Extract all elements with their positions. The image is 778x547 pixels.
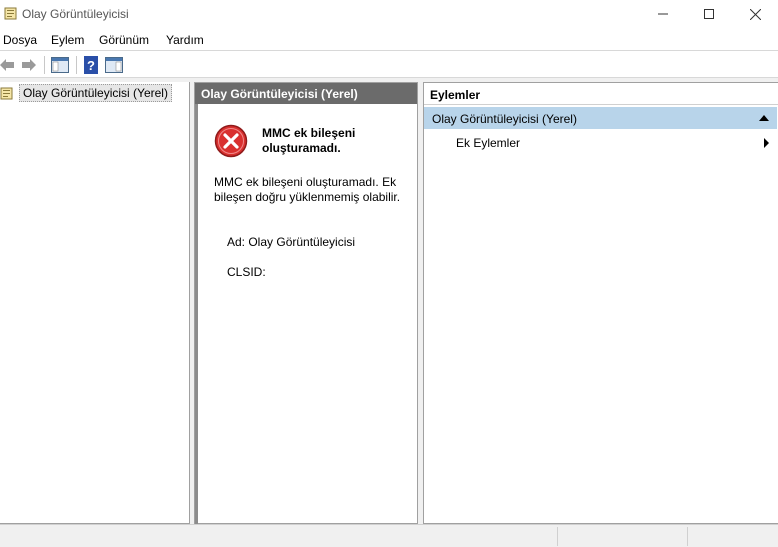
close-button[interactable] [732, 0, 778, 28]
result-pane: Olay Görüntüleyicisi (Yerel) MMC ek bile… [194, 82, 418, 525]
result-pane-header: Olay Görüntüleyicisi (Yerel) [195, 83, 417, 104]
close-icon [749, 8, 761, 20]
forward-arrow-icon [22, 59, 36, 71]
show-hide-console-tree-button[interactable] [50, 55, 70, 75]
tree-item-label: Olay Görüntüleyicisi (Yerel) [19, 84, 172, 102]
help-button[interactable]: ? [81, 55, 101, 75]
console-tree-pane: Olay Görüntüleyicisi (Yerel) [0, 82, 190, 524]
status-bar-divider [557, 527, 558, 546]
error-icon [214, 124, 248, 158]
actions-section-label: Olay Görüntüleyicisi (Yerel) [432, 112, 577, 126]
menu-dosya[interactable]: Dosya [3, 33, 37, 47]
toolbar: ? [0, 50, 778, 78]
menu-yardim[interactable]: Yardım [166, 33, 204, 47]
menu-eylem[interactable]: Eylem [51, 33, 84, 47]
title-bar: Olay Görüntüleyicisi [0, 0, 778, 28]
submenu-arrow-icon [764, 138, 769, 148]
window-title: Olay Görüntüleyicisi [22, 7, 129, 21]
show-hide-console-tree-icon [51, 57, 69, 73]
snapin-clsid: CLSID: [227, 265, 266, 279]
minimize-icon [658, 13, 668, 15]
toolbar-separator [44, 56, 45, 74]
forward-button[interactable] [19, 55, 39, 75]
svg-text:?: ? [87, 58, 95, 73]
status-bar [0, 524, 778, 547]
maximize-icon [704, 9, 714, 19]
snapin-name: Ad: Olay Görüntüleyicisi [227, 235, 356, 249]
maximize-button[interactable] [686, 0, 732, 28]
mmc-window: Olay Görüntüleyicisi Dosya Eylem Görünüm… [0, 0, 778, 547]
toolbar-separator [76, 56, 77, 74]
actions-header: Eylemler [424, 83, 778, 105]
back-arrow-icon [0, 59, 14, 71]
actions-section-header[interactable]: Olay Görüntüleyicisi (Yerel) [424, 107, 777, 129]
show-hide-action-pane-button[interactable] [104, 55, 124, 75]
event-viewer-node-icon [0, 87, 13, 100]
actions-pane: Eylemler Olay Görüntüleyicisi (Yerel) Ek… [423, 82, 778, 524]
error-panel: MMC ek bileşeni oluşturamadı. MMC ek bil… [195, 104, 417, 525]
minimize-button[interactable] [640, 0, 686, 28]
show-hide-action-pane-icon [105, 57, 123, 73]
error-description: MMC ek bileşeni oluşturamadı. Ek bileşen… [214, 175, 401, 204]
error-title: MMC ek bileşeni oluşturamadı. [262, 126, 356, 155]
menu-bar: Dosya Eylem Görünüm Yardım [0, 28, 778, 50]
tree-item-root[interactable]: Olay Görüntüleyicisi (Yerel) [0, 84, 172, 102]
event-viewer-app-icon [4, 7, 17, 20]
menu-gorunum[interactable]: Görünüm [99, 33, 149, 47]
status-bar-divider [687, 527, 688, 546]
action-more-actions[interactable]: Ek Eylemler [456, 136, 520, 150]
collapse-arrow-icon[interactable] [759, 115, 769, 121]
back-button[interactable] [0, 55, 17, 75]
help-icon: ? [84, 56, 98, 74]
